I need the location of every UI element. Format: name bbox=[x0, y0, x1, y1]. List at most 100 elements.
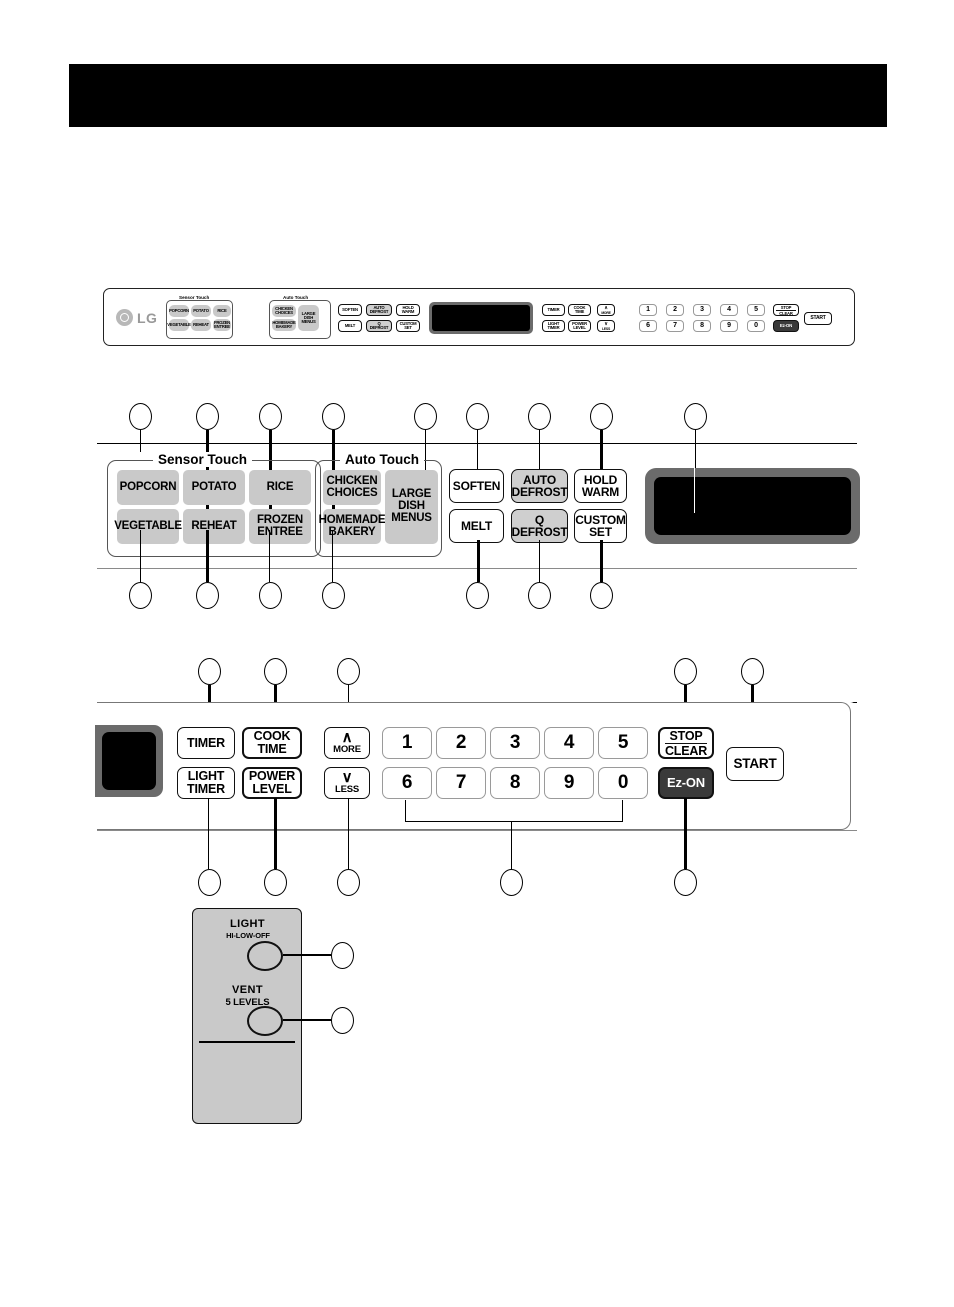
key-cook-time[interactable]: COOK TIME bbox=[242, 727, 302, 759]
mini-key-power-level[interactable]: POWER LEVEL bbox=[568, 320, 591, 332]
callout-circle-24 bbox=[337, 869, 360, 896]
mini-key-more[interactable]: ∧ MORE bbox=[597, 304, 615, 316]
mini-display bbox=[429, 302, 533, 334]
key-0[interactable]: 0 bbox=[598, 767, 648, 799]
key-hold-warm[interactable]: HOLD WARM bbox=[574, 469, 627, 503]
mini-key-custom-set[interactable]: CUSTOM SET bbox=[396, 320, 420, 332]
sensor-touch-label: Sensor Touch bbox=[153, 452, 253, 467]
light-button[interactable] bbox=[247, 941, 283, 971]
mini-key-hold-warm[interactable]: HOLD WARM bbox=[396, 304, 420, 316]
key-7[interactable]: 7 bbox=[436, 767, 486, 799]
key-6[interactable]: 6 bbox=[382, 767, 432, 799]
key-frozen-entree[interactable]: FROZEN ENTREE bbox=[249, 509, 311, 544]
mini-key-timer[interactable]: TIMER bbox=[542, 304, 565, 316]
key-4[interactable]: 4 bbox=[544, 727, 594, 759]
mini-key-8[interactable]: 8 bbox=[693, 320, 711, 332]
detail2-bottom-rule bbox=[97, 830, 857, 832]
callout-circle-5 bbox=[414, 403, 437, 430]
callout-circle-4 bbox=[322, 403, 345, 430]
vent-title-label: VENT bbox=[232, 984, 263, 996]
key-large-dish-menus[interactable]: LARGE DISH MENUS bbox=[385, 470, 438, 544]
lg-logo-text: LG bbox=[137, 309, 158, 326]
mini-display-screen bbox=[432, 305, 530, 331]
key-less[interactable]: ∨ LESS bbox=[324, 767, 370, 799]
mini-key-reheat[interactable]: REHEAT bbox=[191, 319, 211, 331]
key-chicken-choices[interactable]: CHICKEN CHOICES bbox=[323, 470, 381, 505]
callout-lead-26 bbox=[684, 798, 687, 869]
mini-key-3[interactable]: 3 bbox=[693, 304, 711, 316]
callout-lead-12 bbox=[269, 530, 271, 582]
mini-key-light-timer[interactable]: LIGHT TIMER bbox=[542, 320, 565, 332]
key-1[interactable]: 1 bbox=[382, 727, 432, 759]
mini-key-5[interactable]: 5 bbox=[747, 304, 765, 316]
callout-circle-2 bbox=[196, 403, 219, 430]
key-3[interactable]: 3 bbox=[490, 727, 540, 759]
key-vegetable[interactable]: VEGETABLE bbox=[114, 509, 182, 544]
auto-touch-label: Auto Touch bbox=[340, 452, 424, 467]
mini-key-vegetable[interactable]: VEGETABLE bbox=[167, 319, 191, 331]
mini-key-soften[interactable]: SOFTEN bbox=[338, 304, 362, 316]
key-ez-on[interactable]: Ez-ON bbox=[658, 767, 714, 799]
key-stop-clear[interactable]: STOP CLEAR bbox=[658, 727, 714, 759]
key-9[interactable]: 9 bbox=[544, 767, 594, 799]
chevron-up-icon: ∧ bbox=[341, 728, 353, 746]
mini-key-4[interactable]: 4 bbox=[720, 304, 738, 316]
callout-circle-14 bbox=[466, 582, 489, 609]
mini-key-auto-defrost[interactable]: AUTO DEFROST bbox=[366, 304, 392, 316]
header-banner bbox=[69, 64, 887, 127]
mini-key-q-defrost[interactable]: Q DEFROST bbox=[366, 320, 392, 332]
callout-lead-13 bbox=[332, 530, 334, 582]
mini-key-stop-clear[interactable]: STOP CLEAR bbox=[773, 304, 799, 316]
mini-key-chicken-choices[interactable]: CHICKEN CHOICES bbox=[272, 305, 296, 317]
mini-key-1[interactable]: 1 bbox=[639, 304, 657, 316]
key-light-timer[interactable]: LIGHT TIMER bbox=[177, 767, 235, 799]
key-melt[interactable]: MELT bbox=[449, 509, 504, 543]
key-soften[interactable]: SOFTEN bbox=[449, 469, 504, 503]
key-start[interactable]: START bbox=[726, 747, 784, 781]
mini-key-frozen-entree[interactable]: FROZEN ENTREE bbox=[213, 319, 231, 331]
mini-key-9[interactable]: 9 bbox=[720, 320, 738, 332]
mini-key-popcorn[interactable]: POPCORN bbox=[169, 305, 189, 317]
mini-key-start[interactable]: START bbox=[804, 312, 832, 325]
light-title-label: LIGHT bbox=[230, 918, 265, 930]
callout-circle-17 bbox=[198, 658, 221, 685]
key-timer[interactable]: TIMER bbox=[177, 727, 235, 759]
callout-circle-9 bbox=[684, 403, 707, 430]
callout-circle-27 bbox=[331, 942, 354, 969]
key-potato[interactable]: POTATO bbox=[183, 470, 245, 505]
mini-key-rice[interactable]: RICE bbox=[213, 305, 231, 317]
key-5[interactable]: 5 bbox=[598, 727, 648, 759]
lg-face-icon bbox=[116, 309, 133, 326]
callout-circle-28 bbox=[331, 1007, 354, 1034]
mini-key-ez-on[interactable]: Ez-ON bbox=[773, 320, 799, 332]
key-2[interactable]: 2 bbox=[436, 727, 486, 759]
mini-key-0[interactable]: 0 bbox=[747, 320, 765, 332]
clear-label: CLEAR bbox=[664, 743, 708, 758]
key-rice[interactable]: RICE bbox=[249, 470, 311, 505]
mini-key-melt[interactable]: MELT bbox=[338, 320, 362, 332]
key-power-level[interactable]: POWER LEVEL bbox=[242, 767, 302, 799]
key-auto-defrost[interactable]: AUTO DEFROST bbox=[511, 469, 568, 503]
key-reheat[interactable]: REHEAT bbox=[183, 509, 245, 544]
vent-sub-label: 5 LEVELS bbox=[225, 997, 270, 1008]
callout-circle-25 bbox=[500, 869, 523, 896]
key-q-defrost[interactable]: Q DEFROST bbox=[511, 509, 568, 543]
mini-key-homemade-bakery[interactable]: HOMEMADE BAKERY bbox=[272, 319, 296, 331]
mini-key-less[interactable]: ∨ LESS bbox=[597, 320, 615, 332]
key-8[interactable]: 8 bbox=[490, 767, 540, 799]
mini-key-2[interactable]: 2 bbox=[666, 304, 684, 316]
key-popcorn[interactable]: POPCORN bbox=[117, 470, 179, 505]
callout-circle-19 bbox=[337, 658, 360, 685]
mini-key-6[interactable]: 6 bbox=[639, 320, 657, 332]
key-custom-set[interactable]: CUSTOM SET bbox=[574, 509, 627, 543]
key-more[interactable]: ∧ MORE bbox=[324, 727, 370, 759]
keypad-display-fragment bbox=[95, 725, 163, 797]
keypad-display-screen bbox=[102, 732, 156, 790]
vent-button[interactable] bbox=[247, 1006, 283, 1036]
mini-key-cook-time[interactable]: COOK TIME bbox=[568, 304, 591, 316]
mini-key-large-dish-menus[interactable]: LARGE DISH MENUS bbox=[298, 305, 319, 331]
mini-key-7[interactable]: 7 bbox=[666, 320, 684, 332]
mini-key-potato[interactable]: POTATO bbox=[191, 305, 211, 317]
auto-touch-label-mini: Auto Touch bbox=[278, 295, 314, 300]
mini-key-less-label: LESS bbox=[601, 326, 611, 331]
